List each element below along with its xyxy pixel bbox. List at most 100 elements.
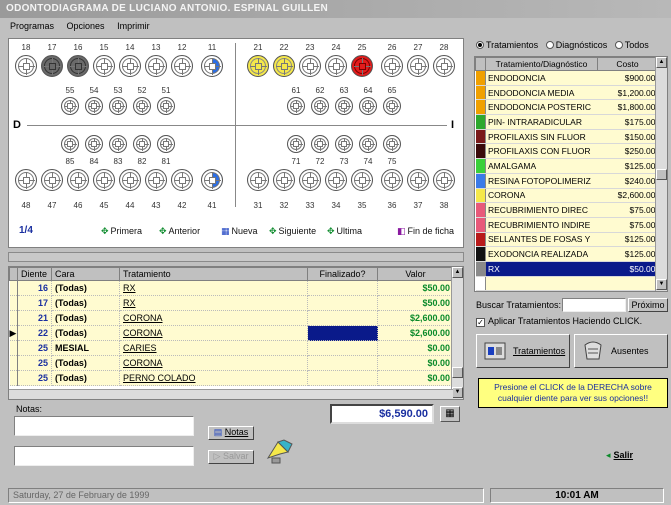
- cell-tratamiento[interactable]: CARIES: [119, 340, 308, 356]
- tooth-27[interactable]: [407, 55, 429, 77]
- table-row[interactable]: 25 MESIAL CARIES $0.00: [9, 340, 454, 356]
- tooth-12[interactable]: [171, 55, 193, 77]
- cell-valor[interactable]: $0.00: [377, 355, 454, 371]
- tooth-63[interactable]: [335, 97, 353, 115]
- row-indicator[interactable]: [9, 280, 18, 296]
- tooth-55[interactable]: [61, 97, 79, 115]
- cell-valor[interactable]: $2,600.00: [377, 325, 454, 341]
- tooth-14[interactable]: [119, 55, 141, 77]
- tooth-46[interactable]: [67, 169, 89, 191]
- catalog-item[interactable]: EXODONCIA REALIZADA $125.00: [475, 246, 658, 262]
- tooth-74[interactable]: [359, 135, 377, 153]
- catalog-item-cost[interactable]: $1,800.00: [597, 99, 658, 116]
- tooth-33[interactable]: [299, 169, 321, 191]
- catalog-item-cost[interactable]: $125.00: [597, 246, 658, 262]
- cell-valor[interactable]: $2,600.00: [377, 310, 454, 326]
- catalog-scroll-thumb[interactable]: [656, 169, 667, 180]
- tooth-42[interactable]: [171, 169, 193, 191]
- cell-cara[interactable]: (Todas): [51, 355, 120, 371]
- tooth-72[interactable]: [311, 135, 329, 153]
- catalog-scroll-up-icon[interactable]: ▲: [656, 57, 667, 68]
- catalog-item-cost[interactable]: [597, 276, 658, 291]
- search-input[interactable]: [562, 298, 626, 312]
- tooth-37[interactable]: [407, 169, 429, 191]
- catalog-item-cost[interactable]: $1,200.00: [597, 85, 658, 101]
- grid-header-valor[interactable]: Valor: [377, 267, 454, 281]
- tooth-35[interactable]: [351, 169, 373, 191]
- next-record-button[interactable]: ✥ Siguiente: [269, 226, 316, 237]
- cell-valor[interactable]: $50.00: [377, 295, 454, 311]
- cell-cara[interactable]: (Todas): [51, 370, 120, 386]
- cell-tratamiento[interactable]: CORONA: [119, 310, 308, 326]
- notes-input-2[interactable]: [14, 446, 194, 466]
- cell-valor[interactable]: $0.00: [377, 370, 454, 386]
- tooth-17[interactable]: [41, 55, 63, 77]
- filter-diagnosticos[interactable]: Diagnósticos: [545, 40, 607, 50]
- cell-diente[interactable]: 25: [17, 370, 52, 386]
- checkbox-check-icon[interactable]: ✓: [476, 318, 485, 327]
- tooth-65[interactable]: [383, 97, 401, 115]
- catalog-item[interactable]: ENDODONCIA MEDIA $1,200.00: [475, 85, 658, 101]
- grid-header-tratamiento[interactable]: Tratamiento: [119, 267, 308, 281]
- catalog-item[interactable]: PROFILAXIS CON FLUOR $250.00: [475, 143, 658, 160]
- cell-finalizado[interactable]: [307, 355, 378, 371]
- catalog-item-cost[interactable]: $75.00: [597, 202, 658, 218]
- tooth-84[interactable]: [85, 135, 103, 153]
- tooth-23[interactable]: [299, 55, 321, 77]
- cell-finalizado[interactable]: [307, 295, 378, 311]
- table-row[interactable]: 17 (Todas) RX $50.00: [9, 295, 454, 311]
- catalog-item[interactable]: ENDODONCIA $900.00: [475, 70, 658, 86]
- tooth-24[interactable]: [325, 55, 347, 77]
- row-indicator[interactable]: [9, 310, 18, 326]
- table-row[interactable]: 25 (Todas) CORONA $0.00: [9, 355, 454, 371]
- catalog-item-name[interactable]: PROFILAXIS SIN FLUOR: [485, 129, 598, 145]
- treatments-button[interactable]: Tratamientos: [476, 334, 570, 368]
- tooth-13[interactable]: [145, 55, 167, 77]
- calculator-button[interactable]: ▦: [440, 406, 460, 422]
- catalog-item[interactable]: [475, 276, 658, 291]
- grid-horizontal-scrollbar[interactable]: [9, 389, 453, 399]
- grid-header-diente[interactable]: Diente: [17, 267, 52, 281]
- catalog-scroll-down-icon[interactable]: ▼: [656, 279, 667, 290]
- cell-valor[interactable]: $50.00: [377, 280, 454, 296]
- catalog-item-name[interactable]: RX: [485, 261, 598, 277]
- catalog-item-name[interactable]: ENDODONCIA POSTERIC: [485, 99, 598, 116]
- cell-finalizado[interactable]: [307, 370, 378, 386]
- catalog-item-name[interactable]: ENDODONCIA MEDIA: [485, 85, 598, 101]
- tooth-81[interactable]: [157, 135, 175, 153]
- catalog-header-cost[interactable]: Costo: [597, 57, 658, 71]
- catalog-item-name[interactable]: CORONA: [485, 188, 598, 204]
- tooth-11[interactable]: [201, 55, 223, 77]
- cell-tratamiento[interactable]: RX: [119, 295, 308, 311]
- catalog-item-cost[interactable]: $75.00: [597, 217, 658, 233]
- cell-diente[interactable]: 16: [17, 280, 52, 296]
- row-indicator[interactable]: [9, 355, 18, 371]
- tooth-48[interactable]: [15, 169, 37, 191]
- catalog-item-cost[interactable]: $50.00: [597, 261, 658, 277]
- cell-tratamiento[interactable]: PERNO COLADO: [119, 370, 308, 386]
- first-record-button[interactable]: ✥ Primera: [101, 226, 142, 237]
- cell-valor[interactable]: $0.00: [377, 340, 454, 356]
- catalog-item-cost[interactable]: $125.00: [597, 232, 658, 248]
- cell-cara[interactable]: MESIAL: [51, 340, 120, 356]
- menu-opciones[interactable]: Opciones: [67, 21, 105, 31]
- cell-cara[interactable]: (Todas): [51, 280, 120, 296]
- catalog-item-cost[interactable]: $175.00: [597, 114, 658, 130]
- tooth-71[interactable]: [287, 135, 305, 153]
- cell-finalizado[interactable]: [307, 340, 378, 356]
- catalog-item[interactable]: RECUBRIMIENTO INDIRE $75.00: [475, 217, 658, 233]
- tooth-64[interactable]: [359, 97, 377, 115]
- catalog-item-cost[interactable]: $240.00: [597, 173, 658, 189]
- tooth-15[interactable]: [93, 55, 115, 77]
- filter-todos[interactable]: Todos: [614, 40, 649, 50]
- cell-diente[interactable]: 25: [17, 355, 52, 371]
- save-button[interactable]: ▷ Salvar: [208, 450, 254, 464]
- menu-programas[interactable]: Programas: [10, 21, 54, 31]
- tooth-85[interactable]: [61, 135, 79, 153]
- row-indicator[interactable]: ▶: [9, 325, 18, 341]
- table-row[interactable]: 16 (Todas) RX $50.00: [9, 280, 454, 296]
- row-indicator[interactable]: [9, 370, 18, 386]
- next-search-button[interactable]: Próximo: [628, 298, 668, 312]
- tooth-32[interactable]: [273, 169, 295, 191]
- cell-cara[interactable]: (Todas): [51, 295, 120, 311]
